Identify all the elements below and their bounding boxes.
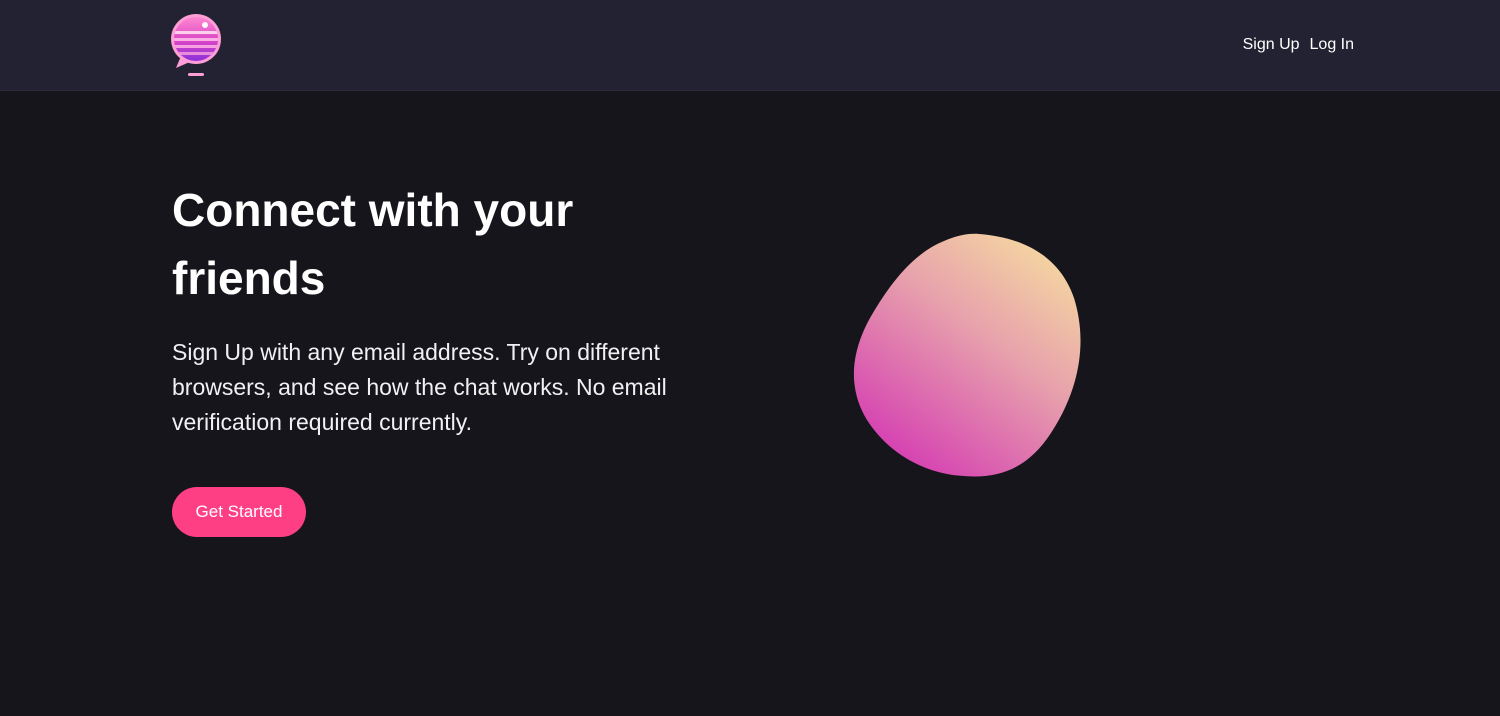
log-in-link[interactable]: Log In xyxy=(1310,35,1354,55)
hero-title: Connect with your friends xyxy=(172,184,574,304)
hero-description: Sign Up with any email address. Try on d… xyxy=(172,339,667,435)
get-started-button[interactable]: Get Started xyxy=(172,487,306,537)
landing-page: Sign Up Log In Connect with your friends… xyxy=(0,0,1500,716)
header-nav: Sign Up Log In xyxy=(1243,35,1354,55)
sign-up-link[interactable]: Sign Up xyxy=(1243,35,1300,55)
chat-bubble-logo-icon[interactable] xyxy=(168,10,224,78)
gradient-blob-illustration xyxy=(853,233,1081,477)
top-navigation-bar: Sign Up Log In xyxy=(0,0,1500,91)
